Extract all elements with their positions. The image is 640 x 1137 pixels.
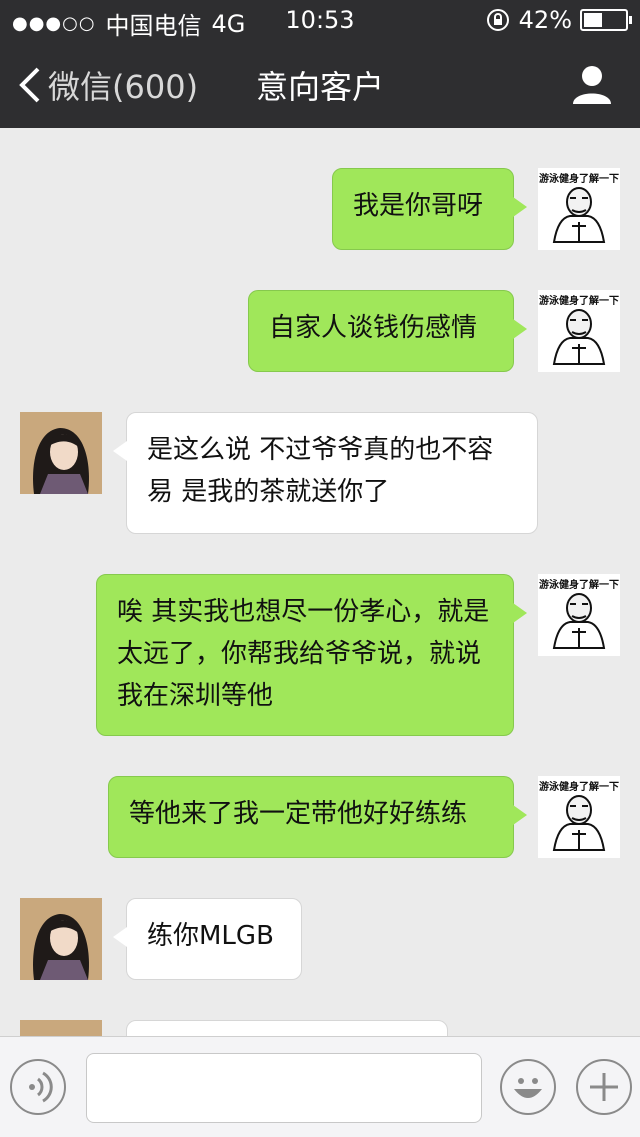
- my-avatar[interactable]: 游泳健身了解一下: [538, 168, 620, 250]
- message-bubble[interactable]: 练你MLGB: [113, 898, 302, 980]
- voice-icon: [29, 1071, 53, 1103]
- input-toolbar: [0, 1036, 640, 1137]
- rotation-lock-icon: [486, 9, 509, 31]
- my-avatar[interactable]: 游泳健身了解一下: [538, 574, 620, 656]
- chat-title: 意向客户: [255, 68, 384, 106]
- profile-icon[interactable]: [570, 62, 614, 106]
- message-bubble[interactable]: 等他来了我一定带他好好练练: [108, 776, 527, 858]
- emoji-button[interactable]: [500, 1059, 556, 1115]
- my-avatar[interactable]: 游泳健身了解一下: [538, 290, 620, 372]
- message-input[interactable]: [86, 1053, 482, 1123]
- plus-icon: [590, 1073, 618, 1101]
- muscle-meme-icon: [552, 187, 606, 243]
- voice-input-button[interactable]: [10, 1059, 66, 1115]
- muscle-meme-icon: [552, 593, 606, 649]
- message-text: 等他来了我一定带他好好练练: [129, 799, 468, 829]
- smiley-icon: [514, 1078, 542, 1098]
- muscle-meme-icon: [552, 309, 606, 365]
- message-text: 我是你哥呀: [353, 191, 484, 221]
- contact-avatar[interactable]: [20, 898, 102, 980]
- contact-avatar[interactable]: [20, 412, 102, 494]
- navigation-bar: 微信(600) 意向客户: [0, 40, 640, 128]
- message-bubble[interactable]: 我是你哥呀: [332, 168, 527, 250]
- status-right: 42%: [485, 6, 632, 34]
- muscle-meme-icon: [552, 795, 606, 851]
- message-text: 自家人谈钱伤感情: [269, 313, 478, 343]
- message-bubble[interactable]: 是这么说 不过爷爷真的也不容易 是我的茶就送你了: [113, 412, 538, 534]
- battery-icon: [580, 9, 632, 31]
- message-bubble[interactable]: 唉 其实我也想尽一份孝心，就是太远了，你帮我给爷爷说，就说我在深圳等他: [96, 574, 527, 736]
- message-bubble[interactable]: 自家人谈钱伤感情: [248, 290, 527, 372]
- more-actions-button[interactable]: [576, 1059, 632, 1115]
- message-text: 唉 其实我也想尽一份孝心，就是太远了，你帮我给爷爷说，就说我在深圳等他: [117, 597, 490, 711]
- battery-percent: 42%: [518, 6, 572, 34]
- my-avatar[interactable]: 游泳健身了解一下: [538, 776, 620, 858]
- contact-photo-icon: [20, 898, 102, 980]
- message-text: 练你MLGB: [147, 921, 274, 951]
- message-text: 是这么说 不过爷爷真的也不容易 是我的茶就送你了: [147, 435, 494, 507]
- status-bar: ●●●○○ 中国电信 4G 10:53 42%: [0, 0, 640, 40]
- contact-photo-icon: [20, 412, 102, 494]
- chat-message-list[interactable]: 我是你哥呀 游泳健身了解一下 自家人谈钱伤感情 游泳健身了解一下 是这么说 不过…: [0, 128, 640, 1038]
